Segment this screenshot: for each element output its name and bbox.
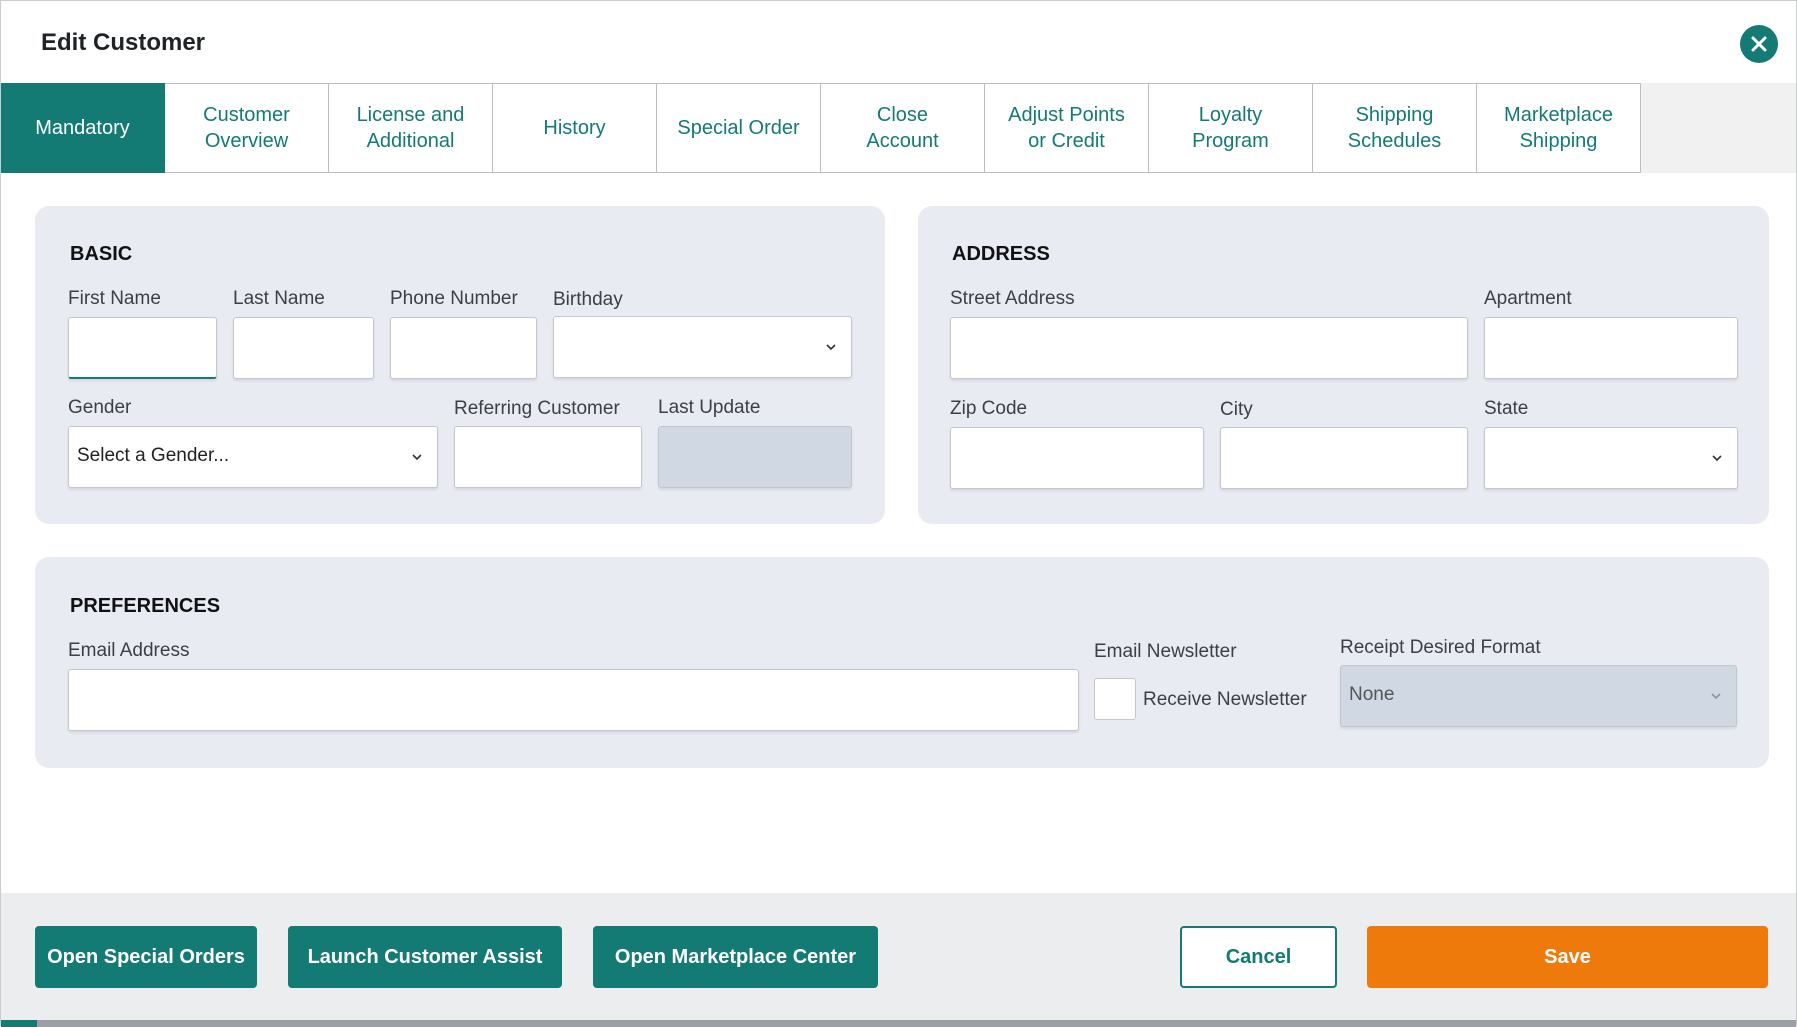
dialog-title: Edit Customer bbox=[41, 29, 206, 56]
address-section-title: ADDRESS bbox=[952, 243, 1050, 265]
basic-section-title: BASIC bbox=[70, 243, 133, 265]
last-name-label: Last Name bbox=[233, 288, 325, 309]
email-newsletter-label: Email Newsletter bbox=[1094, 641, 1237, 662]
street-address-input[interactable] bbox=[950, 317, 1468, 379]
chevron-down-icon bbox=[1711, 693, 1721, 700]
state-label: State bbox=[1484, 398, 1529, 419]
email-address-input[interactable] bbox=[68, 669, 1079, 731]
last-update-label: Last Update bbox=[658, 397, 761, 418]
tab-adjust-points-or-credit[interactable]: Adjust Points or Credit bbox=[985, 83, 1149, 173]
city-input[interactable] bbox=[1220, 427, 1468, 489]
receive-newsletter-label[interactable]: Receive Newsletter bbox=[1143, 689, 1307, 711]
tab-special-order[interactable]: Special Order bbox=[657, 83, 821, 173]
phone-number-label: Phone Number bbox=[390, 288, 518, 309]
gender-value: Select a Gender... bbox=[77, 445, 230, 466]
street-address-label: Street Address bbox=[950, 288, 1075, 309]
launch-customer-assist-button[interactable]: Launch Customer Assist bbox=[288, 926, 562, 988]
phone-number-input[interactable] bbox=[390, 317, 537, 379]
city-label: City bbox=[1220, 399, 1253, 420]
chevron-down-icon bbox=[826, 344, 836, 351]
address-panel: ADDRESS Street Address Apartment Zip Cod… bbox=[918, 206, 1769, 524]
referring-customer-label: Referring Customer bbox=[454, 398, 620, 419]
birthday-select[interactable] bbox=[553, 316, 852, 378]
tab-shipping-schedules[interactable]: Shipping Schedules bbox=[1313, 83, 1477, 173]
email-address-label: Email Address bbox=[68, 640, 190, 661]
receipt-format-value: None bbox=[1349, 684, 1395, 705]
receive-newsletter-checkbox[interactable] bbox=[1094, 678, 1136, 720]
first-name-label: First Name bbox=[68, 288, 161, 309]
apartment-label: Apartment bbox=[1484, 288, 1572, 309]
chevron-down-icon bbox=[412, 454, 422, 461]
receipt-format-label: Receipt Desired Format bbox=[1340, 637, 1541, 658]
dialog-footer: Open Special Orders Launch Customer Assi… bbox=[1, 893, 1796, 1027]
last-update-input bbox=[658, 426, 852, 488]
cancel-button[interactable]: Cancel bbox=[1180, 926, 1337, 988]
tab-loyalty-program[interactable]: Loyalty Program bbox=[1149, 83, 1313, 173]
tab-bar: Mandatory Customer Overview License and … bbox=[1, 83, 1796, 173]
open-special-orders-button[interactable]: Open Special Orders bbox=[35, 926, 257, 988]
tab-license-and-additional[interactable]: License and Additional bbox=[329, 83, 493, 173]
tab-customer-overview[interactable]: Customer Overview bbox=[165, 83, 329, 173]
dialog-header: Edit Customer bbox=[1, 1, 1796, 83]
apartment-input[interactable] bbox=[1484, 317, 1738, 379]
first-name-input[interactable] bbox=[68, 317, 217, 379]
zip-code-input[interactable] bbox=[950, 427, 1204, 489]
edit-customer-dialog: Edit Customer Mandatory Customer Overvie… bbox=[0, 0, 1797, 1027]
open-marketplace-center-button[interactable]: Open Marketplace Center bbox=[593, 926, 878, 988]
tab-close-account[interactable]: Close Account bbox=[821, 83, 985, 173]
close-button[interactable] bbox=[1740, 25, 1778, 63]
last-name-input[interactable] bbox=[233, 317, 374, 379]
gender-label: Gender bbox=[68, 397, 132, 418]
birthday-label: Birthday bbox=[553, 289, 623, 310]
tab-mandatory[interactable]: Mandatory bbox=[1, 83, 165, 173]
state-select[interactable] bbox=[1484, 427, 1738, 489]
tab-history[interactable]: History bbox=[493, 83, 657, 173]
preferences-section-title: PREFERENCES bbox=[70, 595, 221, 617]
close-icon bbox=[1751, 36, 1767, 52]
tab-marketplace-shipping[interactable]: Marketplace Shipping bbox=[1477, 83, 1641, 173]
preferences-panel: PREFERENCES Email Address Email Newslett… bbox=[35, 557, 1769, 768]
save-button[interactable]: Save bbox=[1367, 926, 1768, 988]
receipt-format-select: None bbox=[1340, 665, 1737, 727]
referring-customer-input[interactable] bbox=[454, 426, 642, 488]
chevron-down-icon bbox=[1712, 455, 1722, 462]
gender-select[interactable]: Select a Gender... bbox=[68, 426, 438, 488]
zip-code-label: Zip Code bbox=[950, 398, 1028, 419]
basic-panel: BASIC First Name Last Name Phone Number … bbox=[35, 206, 885, 524]
